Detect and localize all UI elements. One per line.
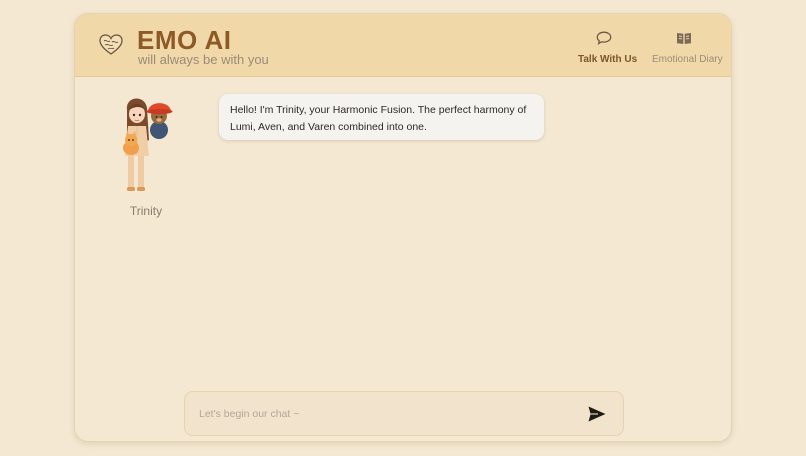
trinity-avatar-illustration	[123, 98, 173, 191]
app-header: EMO AI will always be with you Talk With…	[75, 14, 731, 77]
nav-diary-label: Emotional Diary	[652, 54, 723, 65]
avatar	[113, 94, 179, 194]
book-icon	[677, 33, 691, 44]
chat-input[interactable]	[199, 404, 569, 424]
chat-composer	[184, 391, 624, 436]
send-button[interactable]	[587, 405, 607, 423]
heart-logo-icon	[99, 34, 123, 55]
brand-tagline: will always be with you	[138, 52, 269, 67]
assistant-message-bubble: Hello! I'm Trinity, your Harmonic Fusion…	[219, 94, 544, 140]
chat-app-window: EMO AI will always be with you Talk With…	[74, 13, 732, 442]
send-arrow-icon	[588, 406, 606, 422]
nav-talk-with-us[interactable]: Talk With Us	[578, 31, 637, 67]
assistant-name: Trinity	[129, 204, 163, 218]
chat-bubble-icon	[596, 31, 612, 45]
nav-emotional-diary[interactable]: Emotional Diary	[652, 31, 723, 67]
nav-talk-label: Talk With Us	[578, 54, 638, 65]
